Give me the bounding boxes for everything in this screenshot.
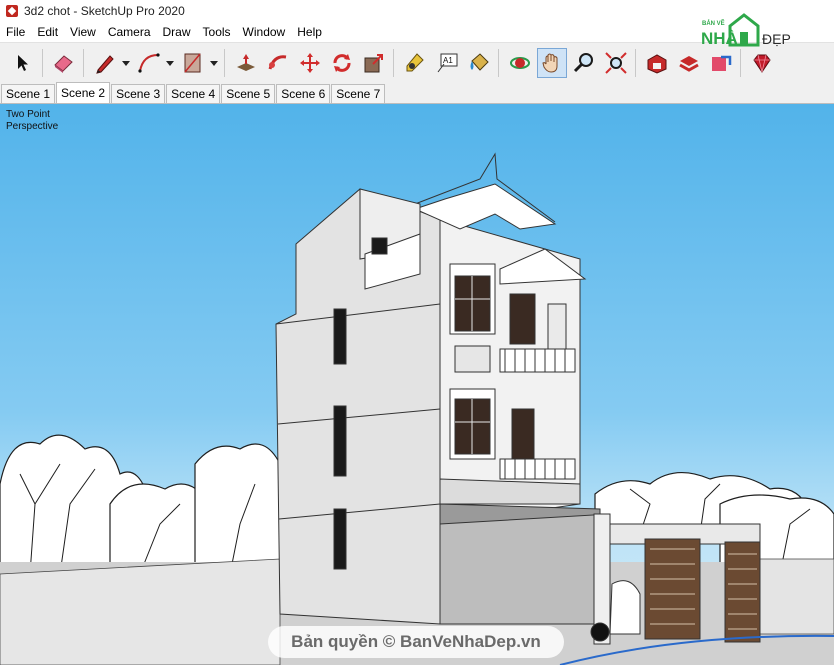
- pencil-icon: [96, 55, 114, 74]
- toolbar-separator: [635, 49, 636, 77]
- house-front-facade: [413, 152, 601, 530]
- toolbar-separator: [224, 49, 225, 77]
- menu-help[interactable]: Help: [291, 25, 328, 39]
- zoom-tool-button[interactable]: [569, 48, 599, 78]
- ruby-console-button[interactable]: [747, 48, 777, 78]
- model-viewport[interactable]: Two Point Perspective: [0, 104, 834, 665]
- pan-icon: [542, 53, 558, 73]
- menu-view[interactable]: View: [64, 25, 102, 39]
- follow-me-icon: [268, 55, 287, 70]
- right-boundary-wall: [759, 558, 834, 635]
- menu-file[interactable]: File: [0, 25, 31, 39]
- svg-text:ĐẸP: ĐẸP: [762, 31, 791, 47]
- banvenhadep-logo: BẢN VẼ NHÀ ĐẸP: [701, 13, 791, 48]
- extension-warehouse-icon: [679, 56, 699, 72]
- scale-tool-button[interactable]: [359, 48, 389, 78]
- toolbar-separator: [393, 49, 394, 77]
- arc-tool-button[interactable]: [134, 48, 164, 78]
- window-title: 3d2 chot - SketchUp Pro 2020: [24, 4, 185, 18]
- rotate-tool-button[interactable]: [327, 48, 357, 78]
- tab-scene-2[interactable]: Scene 2: [56, 82, 111, 103]
- warehouse-icon: [647, 54, 667, 74]
- eraser-tool-button[interactable]: [49, 48, 79, 78]
- arc-icon: [138, 53, 160, 73]
- menu-edit[interactable]: Edit: [31, 25, 64, 39]
- tape-measure-icon: [406, 53, 424, 72]
- main-toolbar: A1: [0, 42, 834, 84]
- rotate-icon: [333, 54, 351, 72]
- paint-bucket-tool-button[interactable]: [464, 48, 494, 78]
- tab-scene-5[interactable]: Scene 5: [221, 84, 276, 103]
- select-icon: [18, 55, 28, 71]
- menu-draw[interactable]: Draw: [157, 25, 197, 39]
- tape-measure-tool-button[interactable]: [400, 48, 430, 78]
- paint-bucket-icon: [470, 53, 489, 71]
- pan-tool-button[interactable]: [537, 48, 567, 78]
- roof-parapet: [359, 188, 421, 290]
- zoom-icon: [573, 53, 593, 73]
- move-tool-button[interactable]: [295, 48, 325, 78]
- sketchup-app-icon: [6, 5, 18, 17]
- ruby-console-icon: [753, 54, 771, 73]
- scene-tabs: Scene 1 Scene 2 Scene 3 Scene 4 Scene 5 …: [0, 82, 834, 104]
- toolbar-separator: [498, 49, 499, 77]
- toolbar-separator: [83, 49, 84, 77]
- follow-me-tool-button[interactable]: [263, 48, 293, 78]
- menu-camera[interactable]: Camera: [102, 25, 157, 39]
- eraser-icon: [54, 55, 73, 73]
- scene-render: [0, 152, 834, 665]
- push-pull-icon: [237, 54, 255, 71]
- pencil-tool-button[interactable]: [90, 48, 120, 78]
- 3d-warehouse-button[interactable]: [642, 48, 672, 78]
- toolbar-separator: [42, 49, 43, 77]
- arc-dropdown-chevron-down-icon[interactable]: [164, 48, 176, 78]
- menu-window[interactable]: Window: [237, 25, 292, 39]
- tab-scene-1[interactable]: Scene 1: [1, 84, 56, 103]
- select-tool-button[interactable]: [8, 48, 38, 78]
- zoom-extents-tool-button[interactable]: [601, 48, 631, 78]
- svg-text:NHÀ: NHÀ: [701, 29, 738, 48]
- shape-dropdown-chevron-down-icon[interactable]: [208, 48, 220, 78]
- svg-text:BẢN VẼ: BẢN VẼ: [702, 20, 725, 27]
- pencil-dropdown-chevron-down-icon[interactable]: [120, 48, 132, 78]
- send-to-layout-button[interactable]: [706, 48, 736, 78]
- svg-text:A1: A1: [443, 56, 453, 65]
- push-pull-tool-button[interactable]: [231, 48, 261, 78]
- tab-scene-6[interactable]: Scene 6: [276, 84, 331, 103]
- text-icon: A1: [437, 53, 458, 73]
- rectangle-tool-button[interactable]: [178, 48, 208, 78]
- text-tool-button[interactable]: A1: [432, 48, 462, 78]
- orbit-icon: [510, 57, 530, 69]
- tab-scene-7[interactable]: Scene 7: [331, 84, 386, 103]
- tab-scene-3[interactable]: Scene 3: [111, 84, 166, 103]
- rectangle-icon: [184, 53, 201, 73]
- zoom-extents-icon: [605, 52, 627, 74]
- left-boundary-wall: [0, 558, 281, 665]
- move-icon: [300, 53, 320, 73]
- orbit-tool-button[interactable]: [505, 48, 535, 78]
- tab-scene-4[interactable]: Scene 4: [166, 84, 221, 103]
- toolbar-separator: [740, 49, 741, 77]
- extension-warehouse-button[interactable]: [674, 48, 704, 78]
- menu-tools[interactable]: Tools: [197, 25, 237, 39]
- send-to-layout-icon: [712, 55, 732, 71]
- scale-icon: [364, 54, 383, 73]
- copyright-watermark: Bản quyền © BanVeNhaDep.vn: [268, 626, 564, 658]
